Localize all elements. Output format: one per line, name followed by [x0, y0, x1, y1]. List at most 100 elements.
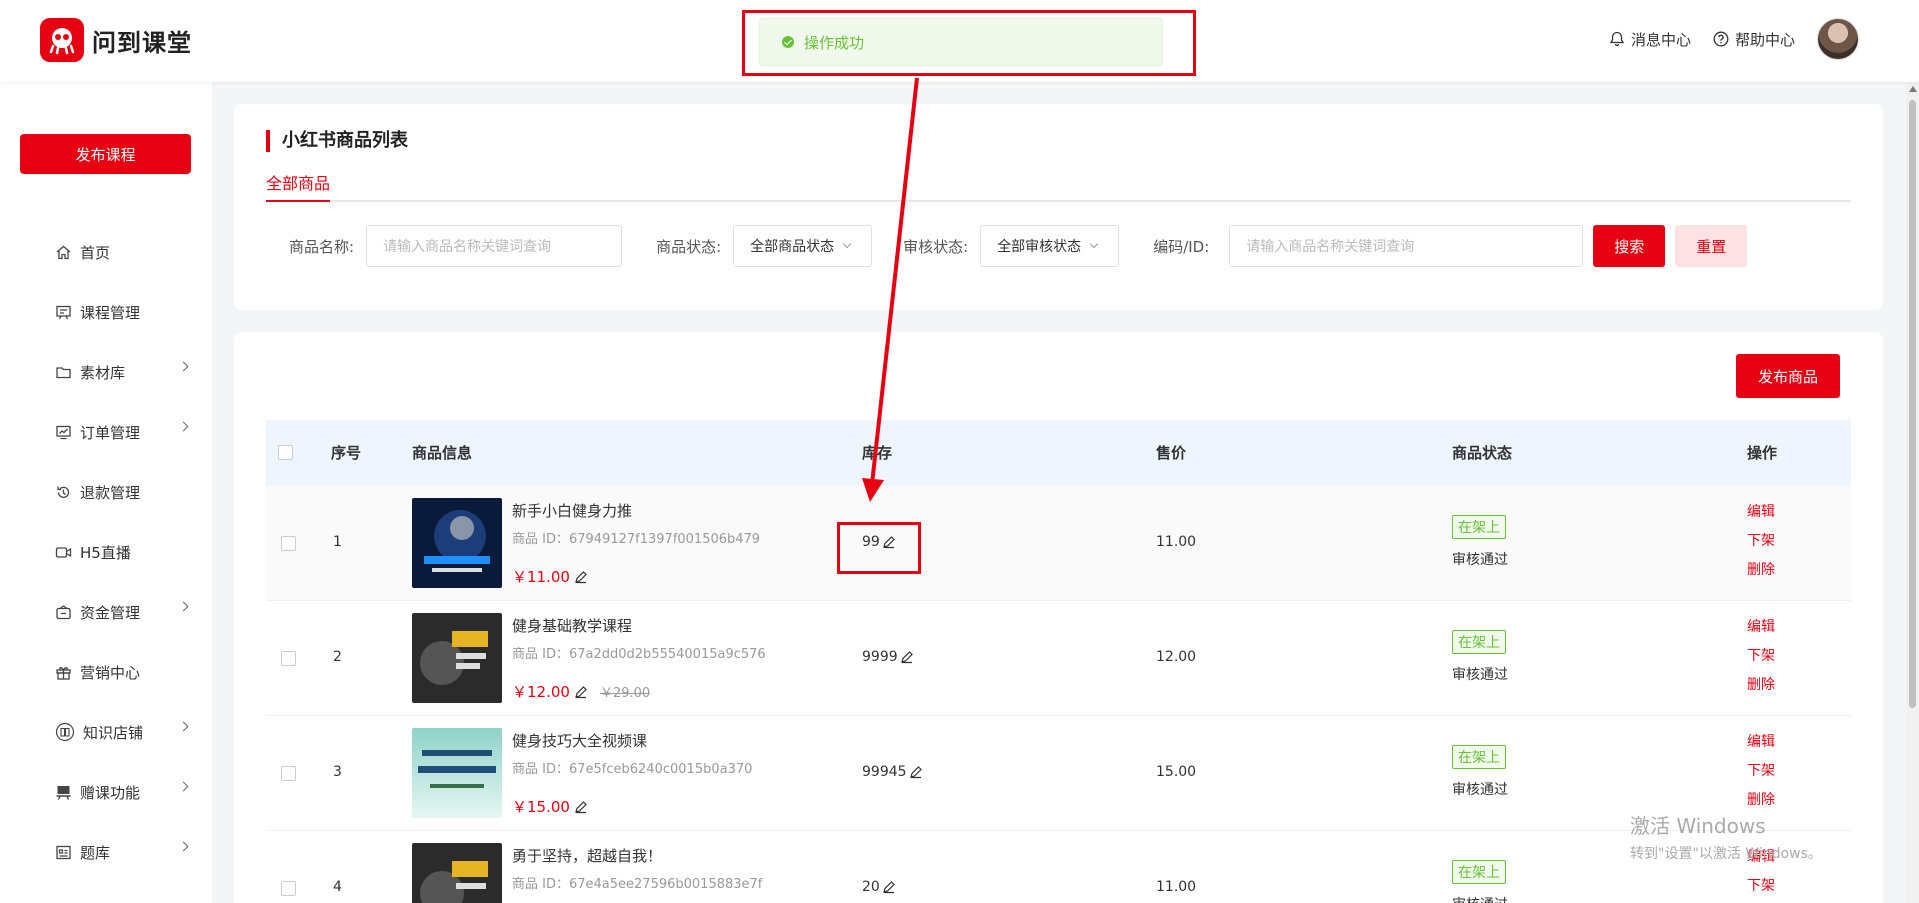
message-center-link[interactable]: 消息中心: [1609, 29, 1691, 50]
sidebar-item-label: 知识店铺: [83, 723, 144, 742]
edit-price-pencil-icon[interactable]: [574, 685, 588, 699]
sidebar: 发布课程 首页 课程管理 素材库 订单管理 退款管理 H5直播 资金管理 营销中…: [0, 82, 212, 903]
row-checkbox[interactable]: [281, 766, 296, 781]
audit-status-label: 审核状态:: [903, 237, 969, 256]
edit-price-pencil-icon[interactable]: [574, 570, 588, 584]
toast-message: 操作成功: [804, 33, 865, 52]
sale-price: 11.00: [1156, 534, 1197, 550]
watermark-line1: 激活 Windows: [1630, 814, 1766, 838]
refund-icon: [57, 486, 70, 498]
goods-id: 67e5fceb6240c0015b0a370: [568, 762, 753, 777]
tab-bar: 全部商品: [266, 166, 1851, 202]
select-all-checkbox[interactable]: [278, 445, 293, 460]
edit-stock-pencil-icon[interactable]: [882, 880, 896, 894]
sidebar-item-label: 赠课功能: [80, 783, 141, 802]
goods-id: 67949127f1397f001506b479: [568, 532, 761, 547]
sidebar-item-label: 订单管理: [80, 423, 141, 442]
edit-link[interactable]: 编辑: [1747, 613, 1775, 642]
code-id-input[interactable]: 请输入商品名称关键词查询: [1229, 225, 1584, 267]
edit-stock-pencil-icon[interactable]: [900, 650, 914, 664]
delete-link[interactable]: 删除: [1747, 556, 1775, 585]
sidebar-menu: 首页 课程管理 素材库 订单管理 退款管理 H5直播 资金管理 营销中心 知识店…: [0, 222, 212, 882]
audit-status-select[interactable]: 全部审核状态: [980, 225, 1120, 267]
sidebar-item-funds[interactable]: 资金管理: [0, 582, 212, 642]
sale-price: 11.00: [1156, 879, 1197, 895]
tab-all-goods[interactable]: 全部商品: [266, 170, 331, 202]
goods-thumbnail[interactable]: [412, 498, 502, 588]
scroll-thumb[interactable]: [1909, 100, 1916, 708]
publish-course-button[interactable]: 发布课程: [20, 134, 191, 174]
goods-name: 健身技巧大全视频课: [512, 732, 648, 750]
edit-link[interactable]: 编辑: [1747, 728, 1775, 757]
message-center-label: 消息中心: [1630, 30, 1691, 49]
stock-highlight-frame: [837, 522, 921, 574]
logo[interactable]: 问到课堂: [40, 18, 192, 62]
table-row: 2 健身基础教学课程 商品 ID：67a2dd0d2b55540015a9c57…: [266, 601, 1851, 716]
edit-link[interactable]: 编辑: [1747, 498, 1775, 527]
reset-button[interactable]: 重置: [1675, 225, 1748, 267]
page-scrollbar[interactable]: [1906, 82, 1919, 903]
chevron-down-icon: [842, 239, 852, 249]
sidebar-item-course[interactable]: 课程管理: [0, 282, 212, 342]
present-icon: [56, 785, 71, 800]
sidebar-item-h5-live[interactable]: H5直播: [0, 522, 212, 582]
sidebar-item-gift-course[interactable]: 赠课功能: [0, 762, 212, 822]
table-row: 4 勇于坚持，超越自我！ 商品 ID：67e4a5ee27596b0015883…: [266, 831, 1851, 903]
goods-id: 67e4a5ee27596b0015883e7f: [568, 877, 763, 892]
user-avatar[interactable]: [1817, 18, 1859, 60]
sidebar-item-label: 退款管理: [80, 483, 141, 502]
gift-icon: [56, 666, 71, 680]
sidebar-item-refunds[interactable]: 退款管理: [0, 462, 212, 522]
take-down-link[interactable]: 下架: [1747, 527, 1775, 556]
row-index: 2: [333, 649, 342, 665]
stock-value: 9999: [862, 649, 898, 665]
goods-thumbnail[interactable]: [412, 613, 502, 703]
take-down-link[interactable]: 下架: [1747, 872, 1775, 901]
stock-value: 20: [862, 879, 880, 895]
chevron-right-icon: [178, 601, 189, 612]
row-checkbox[interactable]: [281, 651, 296, 666]
sidebar-item-knowledge-shop[interactable]: 知识店铺: [0, 702, 212, 762]
col-price: 售价: [1156, 444, 1187, 462]
help-center-link[interactable]: 帮助中心: [1713, 29, 1795, 50]
question-bank-icon: [56, 845, 71, 859]
sidebar-item-question-bank[interactable]: 题库: [0, 822, 212, 882]
edit-stock-pencil-icon[interactable]: [909, 765, 923, 779]
publish-goods-button[interactable]: 发布商品: [1736, 354, 1840, 398]
filter-panel: 小红书商品列表 全部商品 商品名称: 请输入商品名称关键词查询 商品状态: 全部…: [234, 104, 1883, 310]
take-down-link[interactable]: 下架: [1747, 642, 1775, 671]
sidebar-item-label: 资金管理: [80, 603, 141, 622]
goods-status-select[interactable]: 全部商品状态: [733, 225, 873, 267]
audit-status: 审核通过: [1452, 894, 1508, 903]
sidebar-item-marketing[interactable]: 营销中心: [0, 642, 212, 702]
goods-price: ￥12.00: [512, 683, 570, 701]
goods-thumbnail[interactable]: [412, 843, 502, 903]
goods-price: ￥11.00: [512, 568, 570, 586]
scroll-up-arrow-icon[interactable]: [1909, 86, 1917, 92]
edit-price-pencil-icon[interactable]: [574, 800, 588, 814]
sidebar-item-materials[interactable]: 素材库: [0, 342, 212, 402]
row-checkbox[interactable]: [281, 536, 296, 551]
delete-link[interactable]: 删除: [1747, 671, 1775, 700]
take-down-link[interactable]: 下架: [1747, 757, 1775, 786]
filter-row: 商品名称: 请输入商品名称关键词查询 商品状态: 全部商品状态 审核状态: 全部…: [289, 225, 1748, 267]
col-index: 序号: [331, 444, 362, 462]
search-button[interactable]: 搜索: [1593, 225, 1666, 267]
goods-name-input[interactable]: 请输入商品名称关键词查询: [366, 225, 623, 267]
wallet-icon: [56, 604, 71, 619]
status-badge: 在架上: [1452, 630, 1506, 654]
row-index: 4: [333, 879, 342, 895]
windows-activation-watermark: 激活 Windows 转到"设置"以激活 Windows。: [1630, 810, 1822, 863]
row-index: 3: [333, 764, 342, 780]
row-checkbox[interactable]: [281, 881, 296, 896]
sidebar-item-label: H5直播: [80, 543, 131, 562]
watermark-line2: 转到"设置"以激活 Windows。: [1630, 846, 1822, 862]
toast-highlight-frame: 操作成功: [742, 10, 1196, 76]
goods-thumbnail[interactable]: [412, 728, 502, 818]
col-info: 商品信息: [412, 444, 473, 462]
sidebar-item-orders[interactable]: 订单管理: [0, 402, 212, 462]
stock-value: 99945: [862, 764, 907, 780]
sidebar-item-home[interactable]: 首页: [0, 222, 212, 282]
goods-status-value: 全部商品状态: [750, 239, 835, 255]
sale-price: 12.00: [1156, 649, 1197, 665]
